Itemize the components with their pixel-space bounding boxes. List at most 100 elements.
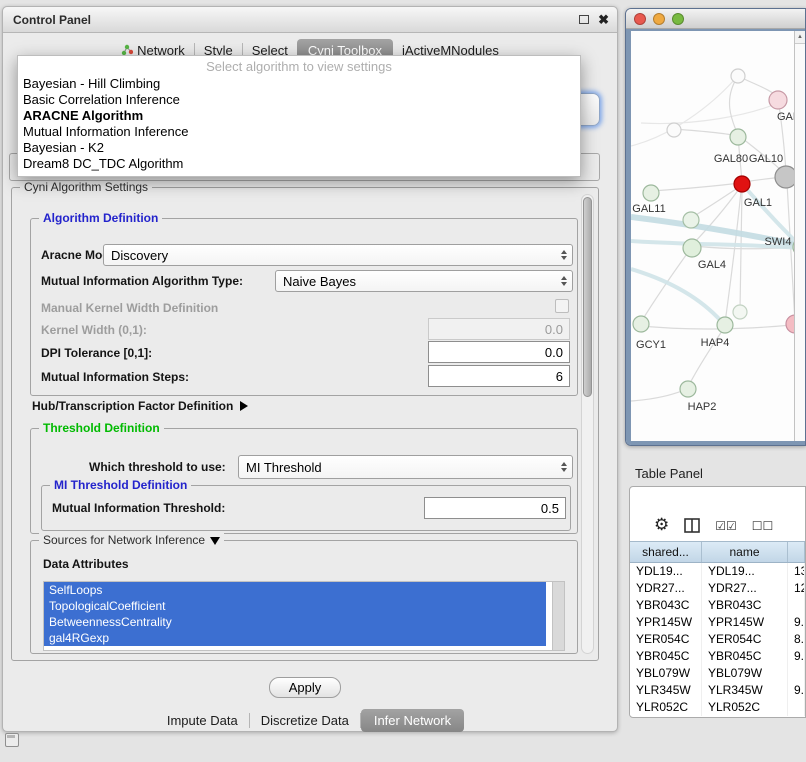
- data-attributes-list[interactable]: SelfLoopsTopologicalCoefficientBetweenne…: [43, 581, 565, 651]
- manual-kernel-checkbox[interactable]: [555, 299, 569, 313]
- network-node[interactable]: [730, 129, 746, 145]
- hub-definition-toggle[interactable]: Hub/Transcription Factor Definition: [32, 399, 248, 413]
- table-row[interactable]: YBL079WYBL079W: [630, 665, 805, 682]
- algorithm-definition-title: Algorithm Definition: [39, 211, 162, 225]
- kernel-width-value: 0.0: [545, 322, 563, 337]
- network-node-label: GAL80: [714, 153, 748, 165]
- network-node[interactable]: [643, 185, 659, 201]
- select-all-icon[interactable]: ☑☑: [715, 519, 737, 533]
- attributes-scrollbar[interactable]: [552, 582, 564, 650]
- close-traffic-light[interactable]: [634, 13, 646, 25]
- mi-threshold-field[interactable]: 0.5: [424, 497, 566, 519]
- table-cell: [788, 665, 805, 682]
- algorithm-dropdown-list: Bayesian - Hill ClimbingBasic Correlatio…: [18, 76, 580, 172]
- table-cell: YER054C: [702, 631, 788, 648]
- network-node-label: HAP4: [701, 337, 730, 349]
- mi-type-combo[interactable]: Naive Bayes: [275, 270, 573, 292]
- network-scrollbar[interactable]: ▲: [794, 31, 805, 441]
- network-node[interactable]: [775, 166, 794, 188]
- table-row[interactable]: YBR045CYBR045C9.: [630, 648, 805, 665]
- zoom-traffic-light[interactable]: [672, 13, 684, 25]
- tab-infer-network[interactable]: Infer Network: [361, 709, 464, 732]
- minimize-traffic-light[interactable]: [653, 13, 665, 25]
- network-node[interactable]: [667, 123, 681, 137]
- table-row[interactable]: YBR043CYBR043C: [630, 597, 805, 614]
- table-row[interactable]: YPR145WYPR145W9.: [630, 614, 805, 631]
- table-column-header[interactable]: [788, 542, 805, 562]
- network-node-label: GAL11: [632, 203, 665, 215]
- table-cell: YBR043C: [630, 597, 702, 614]
- table-cell: YLR345W: [630, 682, 702, 699]
- column-selector-icon[interactable]: [684, 518, 700, 533]
- gear-icon[interactable]: ⚙: [654, 516, 669, 533]
- algorithm-option[interactable]: Bayesian - Hill Climbing: [18, 76, 580, 92]
- algorithm-option[interactable]: Mutual Information Inference: [18, 124, 580, 140]
- network-graph: GALGAL80GAL10GAL1GAL11SWI4GAL4GCY1HAP4YH…: [631, 31, 794, 441]
- aracne-mode-combo[interactable]: Discovery: [103, 244, 573, 266]
- algorithm-option[interactable]: Bayesian - K2: [18, 140, 580, 156]
- mi-steps-field[interactable]: 6: [428, 365, 570, 387]
- network-node[interactable]: [731, 69, 745, 83]
- mi-threshold-group-title: MI Threshold Definition: [50, 478, 191, 492]
- table-column-header[interactable]: name: [702, 542, 788, 562]
- network-node[interactable]: [633, 316, 649, 332]
- table-row[interactable]: YDL19...YDL19...13: [630, 563, 805, 580]
- threshold-definition-group: Threshold Definition Which threshold to …: [30, 428, 578, 534]
- mi-steps-label: Mutual Information Steps:: [41, 370, 189, 384]
- close-icon[interactable]: ✖: [598, 13, 609, 26]
- which-threshold-value: MI Threshold: [246, 460, 322, 475]
- settings-scrollbar-thumb[interactable]: [583, 197, 592, 397]
- dpi-tolerance-field[interactable]: 0.0: [428, 341, 570, 363]
- table-row[interactable]: YDR27...YDR27...12: [630, 580, 805, 597]
- algorithm-option[interactable]: Basic Correlation Inference: [18, 92, 580, 108]
- table-row[interactable]: YLR345WYLR345W9.: [630, 682, 805, 699]
- table-cell: YDR27...: [702, 580, 788, 597]
- network-node-label: GCY1: [636, 339, 666, 351]
- attribute-list-item[interactable]: SelfLoops: [44, 582, 546, 598]
- table-cell: YDL19...: [630, 563, 702, 580]
- network-node[interactable]: [734, 176, 750, 192]
- deselect-all-icon[interactable]: ☐☐: [752, 519, 774, 533]
- collapsed-arrow-icon: [240, 401, 248, 411]
- scroll-up-arrow-icon[interactable]: ▲: [795, 31, 805, 44]
- network-node[interactable]: [786, 315, 794, 333]
- attribute-list-item[interactable]: BetweennessCentrality: [44, 614, 546, 630]
- float-window-icon[interactable]: [579, 15, 589, 24]
- mi-threshold-label: Mutual Information Threshold:: [52, 501, 225, 515]
- kernel-width-field: 0.0: [428, 318, 570, 340]
- attribute-list-item[interactable]: TopologicalCoefficient: [44, 598, 546, 614]
- table-row[interactable]: YLR052CYLR052C: [630, 699, 805, 716]
- algorithm-dropdown-placeholder: Select algorithm to view settings: [18, 58, 580, 76]
- table-row[interactable]: YER054CYER054C8.: [630, 631, 805, 648]
- settings-scrollbar[interactable]: [581, 194, 594, 654]
- control-panel-titlebar: Control Panel ✖: [3, 7, 617, 33]
- algorithm-option[interactable]: Dream8 DC_TDC Algorithm: [18, 156, 580, 172]
- table-column-header[interactable]: shared...: [630, 542, 702, 562]
- table-cell: 8.: [788, 631, 805, 648]
- network-node[interactable]: [683, 212, 699, 228]
- network-canvas[interactable]: GALGAL80GAL10GAL1GAL11SWI4GAL4GCY1HAP4YH…: [631, 31, 794, 441]
- network-node[interactable]: [680, 381, 696, 397]
- sources-group-title-text: Sources for Network Inference: [43, 533, 205, 547]
- network-node[interactable]: [683, 239, 701, 257]
- which-threshold-combo[interactable]: MI Threshold: [238, 455, 573, 479]
- network-node[interactable]: [769, 91, 787, 109]
- algorithm-definition-group: Algorithm Definition Aracne Mode: Discov…: [30, 218, 578, 396]
- table-cell: 12: [788, 580, 805, 597]
- attribute-list-item[interactable]: gal4RGexp: [44, 630, 546, 646]
- dpi-tolerance-value: 0.0: [545, 345, 563, 360]
- mi-type-label: Mutual Information Algorithm Type:: [41, 274, 243, 288]
- table-cell: YBR045C: [702, 648, 788, 665]
- docked-panel-icon[interactable]: [5, 733, 19, 747]
- apply-button[interactable]: Apply: [269, 677, 341, 698]
- network-view-window: GALGAL80GAL10GAL1GAL11SWI4GAL4GCY1HAP4YH…: [625, 8, 806, 446]
- tab-impute-data[interactable]: Impute Data: [156, 710, 249, 731]
- network-node[interactable]: [733, 305, 747, 319]
- table-cell: YPR145W: [702, 614, 788, 631]
- network-node[interactable]: [717, 317, 733, 333]
- tab-discretize-data[interactable]: Discretize Data: [250, 710, 360, 731]
- sources-group-title[interactable]: Sources for Network Inference: [39, 533, 224, 547]
- which-threshold-label: Which threshold to use:: [89, 460, 226, 474]
- table-cell: 9.: [788, 614, 805, 631]
- algorithm-option[interactable]: ARACNE Algorithm: [18, 108, 580, 124]
